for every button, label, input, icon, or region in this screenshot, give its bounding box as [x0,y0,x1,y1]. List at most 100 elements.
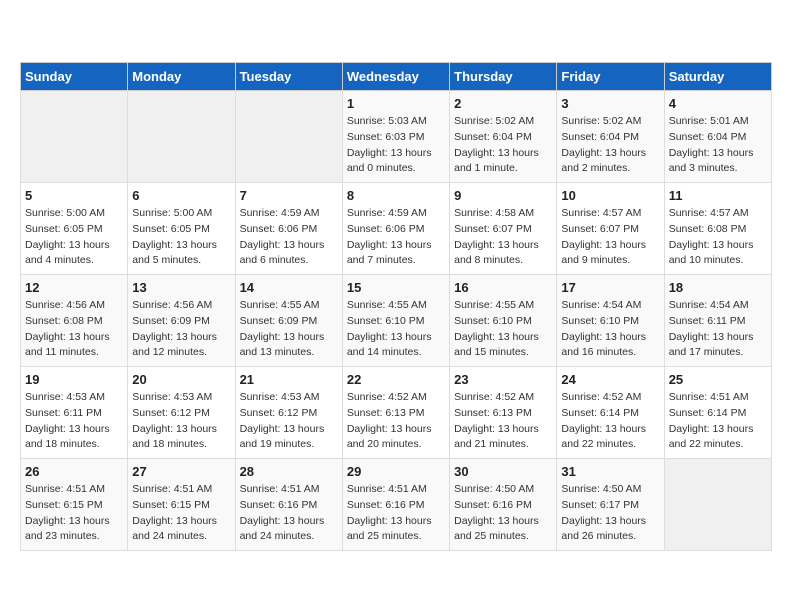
calendar-cell: 20 Sunrise: 4:53 AM Sunset: 6:12 PM Dayli… [128,367,235,459]
logo [20,20,24,46]
weekday-header-thursday: Thursday [450,63,557,91]
calendar-cell: 2 Sunrise: 5:02 AM Sunset: 6:04 PM Daylig… [450,91,557,183]
calendar-cell: 17 Sunrise: 4:54 AM Sunset: 6:10 PM Dayli… [557,275,664,367]
weekday-header-friday: Friday [557,63,664,91]
day-info: Sunrise: 4:51 AM Sunset: 6:15 PM Dayligh… [25,482,123,545]
day-number: 1 [347,96,445,111]
day-info: Sunrise: 4:57 AM Sunset: 6:08 PM Dayligh… [669,206,767,269]
calendar-cell: 12 Sunrise: 4:56 AM Sunset: 6:08 PM Dayli… [21,275,128,367]
day-number: 17 [561,280,659,295]
day-number: 10 [561,188,659,203]
day-number: 15 [347,280,445,295]
day-info: Sunrise: 4:55 AM Sunset: 6:10 PM Dayligh… [454,298,552,361]
day-number: 23 [454,372,552,387]
calendar-cell: 14 Sunrise: 4:55 AM Sunset: 6:09 PM Dayli… [235,275,342,367]
weekday-header-wednesday: Wednesday [342,63,449,91]
day-info: Sunrise: 4:55 AM Sunset: 6:09 PM Dayligh… [240,298,338,361]
day-number: 26 [25,464,123,479]
calendar-cell [128,91,235,183]
day-info: Sunrise: 5:02 AM Sunset: 6:04 PM Dayligh… [454,114,552,177]
day-number: 3 [561,96,659,111]
day-info: Sunrise: 5:00 AM Sunset: 6:05 PM Dayligh… [25,206,123,269]
day-number: 21 [240,372,338,387]
day-info: Sunrise: 4:54 AM Sunset: 6:11 PM Dayligh… [669,298,767,361]
day-info: Sunrise: 5:03 AM Sunset: 6:03 PM Dayligh… [347,114,445,177]
day-info: Sunrise: 4:57 AM Sunset: 6:07 PM Dayligh… [561,206,659,269]
calendar-cell: 13 Sunrise: 4:56 AM Sunset: 6:09 PM Dayli… [128,275,235,367]
calendar-cell [21,91,128,183]
day-info: Sunrise: 4:52 AM Sunset: 6:14 PM Dayligh… [561,390,659,453]
calendar-cell: 28 Sunrise: 4:51 AM Sunset: 6:16 PM Dayli… [235,459,342,551]
day-info: Sunrise: 4:59 AM Sunset: 6:06 PM Dayligh… [240,206,338,269]
day-number: 9 [454,188,552,203]
day-number: 29 [347,464,445,479]
calendar-cell: 7 Sunrise: 4:59 AM Sunset: 6:06 PM Daylig… [235,183,342,275]
day-info: Sunrise: 4:53 AM Sunset: 6:12 PM Dayligh… [240,390,338,453]
calendar-cell [664,459,771,551]
day-number: 24 [561,372,659,387]
day-number: 6 [132,188,230,203]
day-number: 28 [240,464,338,479]
day-info: Sunrise: 4:56 AM Sunset: 6:08 PM Dayligh… [25,298,123,361]
day-info: Sunrise: 4:55 AM Sunset: 6:10 PM Dayligh… [347,298,445,361]
calendar-cell: 9 Sunrise: 4:58 AM Sunset: 6:07 PM Daylig… [450,183,557,275]
calendar-cell: 21 Sunrise: 4:53 AM Sunset: 6:12 PM Dayli… [235,367,342,459]
weekday-header-monday: Monday [128,63,235,91]
day-info: Sunrise: 4:51 AM Sunset: 6:15 PM Dayligh… [132,482,230,545]
day-info: Sunrise: 5:02 AM Sunset: 6:04 PM Dayligh… [561,114,659,177]
day-info: Sunrise: 4:51 AM Sunset: 6:16 PM Dayligh… [347,482,445,545]
day-info: Sunrise: 4:58 AM Sunset: 6:07 PM Dayligh… [454,206,552,269]
weekday-header-saturday: Saturday [664,63,771,91]
calendar-cell: 4 Sunrise: 5:01 AM Sunset: 6:04 PM Daylig… [664,91,771,183]
day-info: Sunrise: 5:01 AM Sunset: 6:04 PM Dayligh… [669,114,767,177]
day-number: 22 [347,372,445,387]
day-info: Sunrise: 4:51 AM Sunset: 6:14 PM Dayligh… [669,390,767,453]
calendar-cell: 30 Sunrise: 4:50 AM Sunset: 6:16 PM Dayli… [450,459,557,551]
calendar-cell: 22 Sunrise: 4:52 AM Sunset: 6:13 PM Dayli… [342,367,449,459]
day-number: 2 [454,96,552,111]
calendar-cell: 26 Sunrise: 4:51 AM Sunset: 6:15 PM Dayli… [21,459,128,551]
day-info: Sunrise: 4:50 AM Sunset: 6:16 PM Dayligh… [454,482,552,545]
day-number: 30 [454,464,552,479]
calendar-cell: 11 Sunrise: 4:57 AM Sunset: 6:08 PM Dayli… [664,183,771,275]
calendar-cell: 31 Sunrise: 4:50 AM Sunset: 6:17 PM Dayli… [557,459,664,551]
calendar-table: SundayMondayTuesdayWednesdayThursdayFrid… [20,62,772,551]
calendar-cell: 25 Sunrise: 4:51 AM Sunset: 6:14 PM Dayli… [664,367,771,459]
calendar-cell: 5 Sunrise: 5:00 AM Sunset: 6:05 PM Daylig… [21,183,128,275]
day-number: 20 [132,372,230,387]
day-number: 11 [669,188,767,203]
calendar-cell: 8 Sunrise: 4:59 AM Sunset: 6:06 PM Daylig… [342,183,449,275]
day-number: 8 [347,188,445,203]
day-info: Sunrise: 4:53 AM Sunset: 6:11 PM Dayligh… [25,390,123,453]
day-info: Sunrise: 4:53 AM Sunset: 6:12 PM Dayligh… [132,390,230,453]
day-number: 12 [25,280,123,295]
calendar-cell: 19 Sunrise: 4:53 AM Sunset: 6:11 PM Dayli… [21,367,128,459]
day-info: Sunrise: 4:52 AM Sunset: 6:13 PM Dayligh… [454,390,552,453]
weekday-header-tuesday: Tuesday [235,63,342,91]
day-info: Sunrise: 4:54 AM Sunset: 6:10 PM Dayligh… [561,298,659,361]
day-number: 25 [669,372,767,387]
day-number: 16 [454,280,552,295]
day-info: Sunrise: 4:59 AM Sunset: 6:06 PM Dayligh… [347,206,445,269]
day-info: Sunrise: 5:00 AM Sunset: 6:05 PM Dayligh… [132,206,230,269]
day-info: Sunrise: 4:52 AM Sunset: 6:13 PM Dayligh… [347,390,445,453]
calendar-cell [235,91,342,183]
day-number: 5 [25,188,123,203]
day-number: 19 [25,372,123,387]
day-number: 7 [240,188,338,203]
day-info: Sunrise: 4:51 AM Sunset: 6:16 PM Dayligh… [240,482,338,545]
calendar-cell: 16 Sunrise: 4:55 AM Sunset: 6:10 PM Dayli… [450,275,557,367]
day-number: 13 [132,280,230,295]
day-number: 4 [669,96,767,111]
day-info: Sunrise: 4:56 AM Sunset: 6:09 PM Dayligh… [132,298,230,361]
calendar-cell: 6 Sunrise: 5:00 AM Sunset: 6:05 PM Daylig… [128,183,235,275]
day-number: 14 [240,280,338,295]
calendar-cell: 24 Sunrise: 4:52 AM Sunset: 6:14 PM Dayli… [557,367,664,459]
day-number: 31 [561,464,659,479]
calendar-cell: 15 Sunrise: 4:55 AM Sunset: 6:10 PM Dayli… [342,275,449,367]
calendar-cell: 18 Sunrise: 4:54 AM Sunset: 6:11 PM Dayli… [664,275,771,367]
day-number: 18 [669,280,767,295]
weekday-header-sunday: Sunday [21,63,128,91]
calendar-cell: 29 Sunrise: 4:51 AM Sunset: 6:16 PM Dayli… [342,459,449,551]
day-info: Sunrise: 4:50 AM Sunset: 6:17 PM Dayligh… [561,482,659,545]
